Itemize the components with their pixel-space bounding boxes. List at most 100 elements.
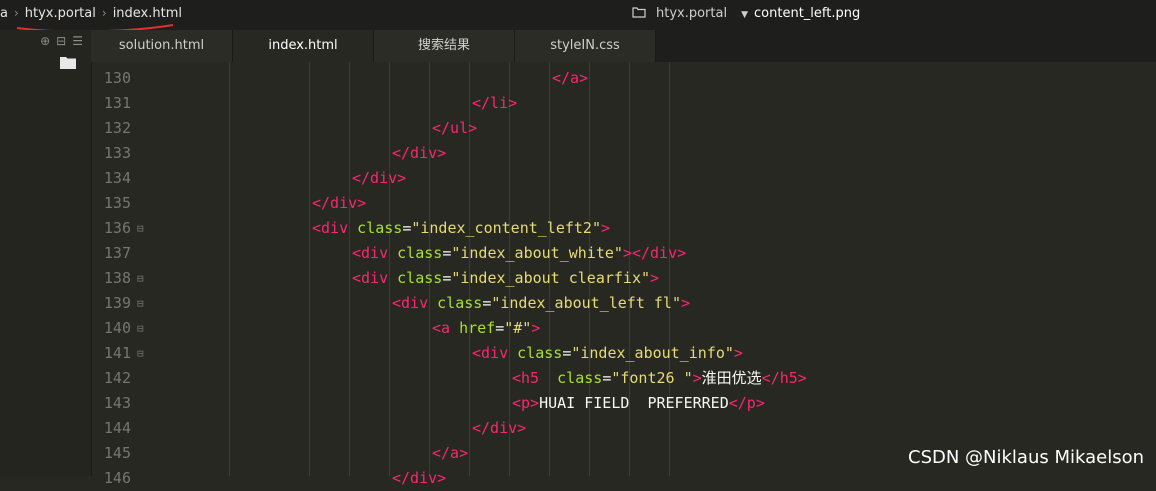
fold-toggle-icon[interactable]: ⊟	[137, 316, 148, 341]
code-token: </div>	[392, 144, 447, 162]
line-number: 134	[103, 169, 131, 187]
code-line[interactable]: 132 </ul>	[91, 116, 1156, 141]
code-line[interactable]: 142 <h5 class="font26 ">淮田优选</h5>	[91, 366, 1156, 391]
code-text: <h5 class="font26 ">淮田优选</h5>	[512, 366, 807, 391]
code-token: >	[650, 269, 660, 287]
code-line[interactable]: 144 </div>	[91, 416, 1156, 441]
code-line[interactable]: 137 <div class="index_about_white"></div>	[91, 241, 1156, 266]
line-number: 143	[103, 394, 131, 412]
code-token: "index_about_left fl"	[491, 294, 681, 312]
code-token: <div	[472, 344, 518, 362]
code-text: </div>	[312, 191, 366, 216]
folder-icon[interactable]	[60, 56, 76, 69]
fold-toggle-icon[interactable]: ⊟	[137, 291, 148, 316]
code-editor[interactable]: 130 </a> 131 </li> 132 </ul> 133 </div> 134 </div…	[91, 62, 1156, 487]
line-number: 138	[103, 269, 131, 287]
line-number: 141	[103, 344, 131, 362]
breadcrumb-project[interactable]: htyx.portal	[25, 6, 96, 21]
line-number: 142	[103, 369, 131, 387]
fold-toggle-icon[interactable]: ⊟	[137, 216, 148, 241]
code-text: </div>	[472, 416, 526, 441]
code-line[interactable]: 139 ⊟ <div class="index_about_left fl">	[91, 291, 1156, 316]
chevron-right-icon: ›	[101, 6, 107, 20]
code-token: href	[459, 319, 496, 337]
fold-toggle-icon[interactable]: ⊟	[137, 341, 148, 366]
file-label: content_left.png	[754, 6, 861, 21]
code-token: <div	[352, 244, 398, 262]
code-text: <div class="index_about clearfix">	[352, 266, 659, 291]
breadcrumb-file[interactable]: index.html	[113, 6, 182, 21]
code-text: <div class="index_about_white"></div>	[352, 241, 686, 266]
code-token: <div	[312, 219, 358, 237]
line-number: 145	[103, 444, 131, 462]
add-icon[interactable]: ⊕	[40, 34, 50, 48]
line-number: 132	[103, 119, 131, 137]
code-text: <div class="index_content_left2">	[312, 216, 610, 241]
tab-search-results[interactable]: 搜索结果	[374, 30, 515, 62]
tab-label: styleIN.css	[550, 38, 620, 53]
line-number: 135	[103, 194, 131, 212]
code-line[interactable]: 146 </div>	[91, 466, 1156, 491]
code-line[interactable]: 143 <p>HUAI FIELD PREFERRED</p>	[91, 391, 1156, 416]
breadcrumb-bar: a › htyx.portal › index.html htyx.portal ▼ con…	[0, 0, 1156, 33]
menu-icon[interactable]: ☰	[72, 34, 83, 48]
code-token: class	[357, 219, 403, 237]
breadcrumb-root[interactable]: a	[0, 6, 8, 21]
code-token: </ul>	[432, 119, 478, 137]
code-token: </a>	[552, 69, 589, 87]
code-text: </li>	[472, 91, 517, 116]
code-line[interactable]: 133 </div>	[91, 141, 1156, 166]
tab-stylein-css[interactable]: styleIN.css	[515, 30, 656, 62]
breadcrumb: a › htyx.portal › index.html	[0, 6, 182, 21]
code-token: </div>	[352, 169, 407, 187]
tab-solution-html[interactable]: solution.html	[91, 30, 233, 62]
code-text: </a>	[552, 66, 588, 91]
code-token: "font26 "	[611, 369, 693, 387]
code-token: >	[681, 294, 691, 312]
code-line[interactable]: 140 ⊟ <a href="#">	[91, 316, 1156, 341]
project-folder-icon	[632, 7, 646, 18]
code-token: HUAI FIELD PREFERRED	[539, 394, 729, 412]
code-line[interactable]: 136 ⊟ <div class="index_content_left2">	[91, 216, 1156, 241]
code-token: class	[517, 344, 563, 362]
code-token: >	[692, 369, 702, 387]
project-label: htyx.portal	[656, 6, 728, 21]
collapse-icon[interactable]: ⊟	[56, 34, 66, 48]
code-text: </div>	[352, 166, 406, 191]
code-line[interactable]: 131 </li>	[91, 91, 1156, 116]
tab-label: 搜索结果	[417, 38, 470, 53]
code-text: </div>	[392, 466, 446, 491]
code-text: <p>HUAI FIELD PREFERRED</p>	[512, 391, 765, 416]
code-token: class	[397, 269, 443, 287]
project-file-selector[interactable]: htyx.portal ▼ content_left.png	[632, 6, 860, 21]
code-text: </div>	[392, 141, 446, 166]
tab-index-html[interactable]: index.html	[233, 30, 374, 62]
code-text: </a>	[432, 441, 468, 466]
code-token: class	[557, 369, 603, 387]
code-line[interactable]: 130 </a>	[91, 66, 1156, 91]
code-line[interactable]: 135 </div>	[91, 191, 1156, 216]
code-token: "index_about clearfix"	[451, 269, 651, 287]
line-number: 139	[103, 294, 131, 312]
file-sidebar: ⊕ ⊟ ☰	[0, 30, 92, 476]
tab-label: index.html	[268, 38, 338, 53]
code-token: ></div>	[622, 244, 687, 262]
code-line[interactable]: 141 ⊟ <div class="index_about_info">	[91, 341, 1156, 366]
code-token: </li>	[472, 94, 518, 112]
line-number: 133	[103, 144, 131, 162]
code-token: class	[397, 244, 443, 262]
line-number: 130	[103, 69, 131, 87]
code-token: </a>	[432, 444, 469, 462]
line-number: 137	[103, 244, 131, 262]
caret-down-icon[interactable]: ▼	[741, 10, 748, 20]
fold-toggle-icon[interactable]: ⊟	[137, 266, 148, 291]
code-token: "index_content_left2"	[411, 219, 601, 237]
code-token: </div>	[472, 419, 527, 437]
code-token: </h5>	[761, 369, 807, 387]
code-token: =	[402, 219, 412, 237]
line-number: 146	[103, 469, 131, 487]
line-number: 140	[103, 319, 131, 337]
code-line[interactable]: 134 </div>	[91, 166, 1156, 191]
code-line[interactable]: 138 ⊟ <div class="index_about clearfix">	[91, 266, 1156, 291]
code-token: =	[442, 244, 452, 262]
